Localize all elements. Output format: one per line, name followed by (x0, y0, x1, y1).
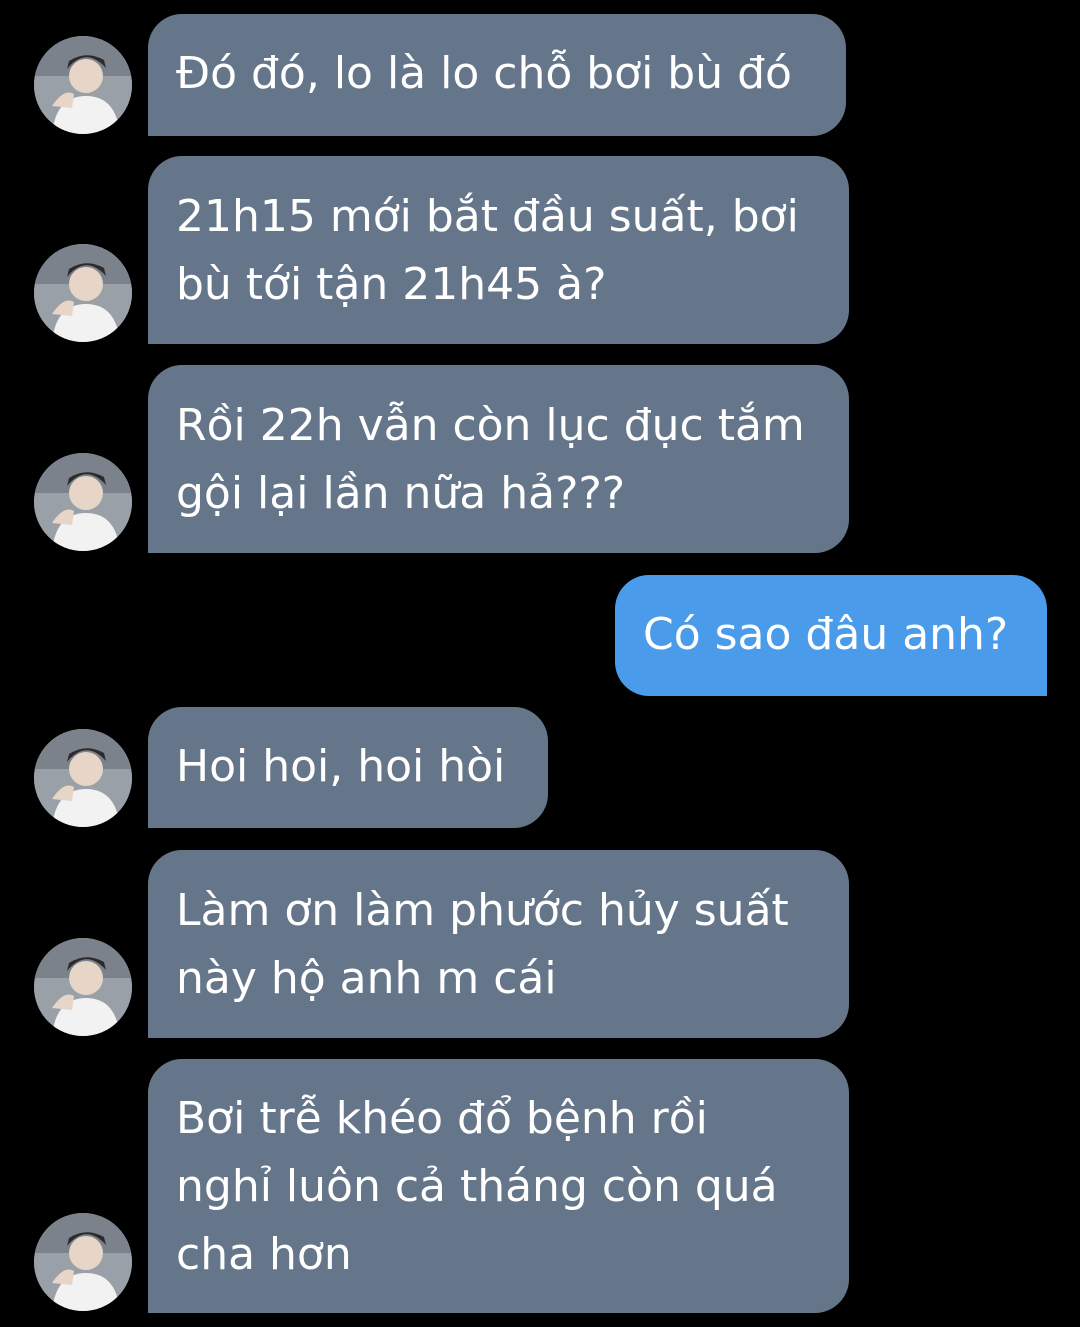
avatar[interactable] (34, 244, 132, 342)
avatar-photo-icon (34, 36, 132, 134)
avatar[interactable] (34, 36, 132, 134)
message-row-incoming: Bơi trễ khéo đổ bệnh rồi nghỉ luôn cả th… (0, 1059, 1080, 1313)
message-bubble-incoming[interactable]: Rồi 22h vẫn còn lục đục tắm gội lại lần … (148, 365, 849, 553)
avatar[interactable] (34, 453, 132, 551)
avatar-photo-icon (34, 244, 132, 342)
message-bubble-incoming[interactable]: Bơi trễ khéo đổ bệnh rồi nghỉ luôn cả th… (148, 1059, 849, 1313)
avatar-photo-icon (34, 453, 132, 551)
avatar[interactable] (34, 1213, 132, 1311)
message-row-incoming: Hoi hoi, hoi hòi (0, 707, 1080, 828)
message-bubble-incoming[interactable]: Hoi hoi, hoi hòi (148, 707, 548, 828)
message-bubble-incoming[interactable]: Làm ơn làm phước hủy suất này hộ anh m c… (148, 850, 849, 1038)
avatar[interactable] (34, 729, 132, 827)
message-row-incoming: Đó đó, lo là lo chỗ bơi bù đó (0, 14, 1080, 136)
avatar[interactable] (34, 938, 132, 1036)
message-row-incoming: Rồi 22h vẫn còn lục đục tắm gội lại lần … (0, 365, 1080, 553)
message-bubble-outgoing[interactable]: Có sao đâu anh? (615, 575, 1047, 696)
avatar-photo-icon (34, 1213, 132, 1311)
message-bubble-incoming[interactable]: 21h15 mới bắt đầu suất, bơi bù tới tận 2… (148, 156, 849, 344)
chat-thread: Đó đó, lo là lo chỗ bơi bù đó 21h15 mới … (0, 0, 1080, 1327)
message-row-incoming: Làm ơn làm phước hủy suất này hộ anh m c… (0, 850, 1080, 1038)
message-row-incoming: 21h15 mới bắt đầu suất, bơi bù tới tận 2… (0, 156, 1080, 344)
message-row-outgoing: Có sao đâu anh? (0, 575, 1080, 696)
avatar-photo-icon (34, 938, 132, 1036)
message-bubble-incoming[interactable]: Đó đó, lo là lo chỗ bơi bù đó (148, 14, 846, 136)
avatar-photo-icon (34, 729, 132, 827)
